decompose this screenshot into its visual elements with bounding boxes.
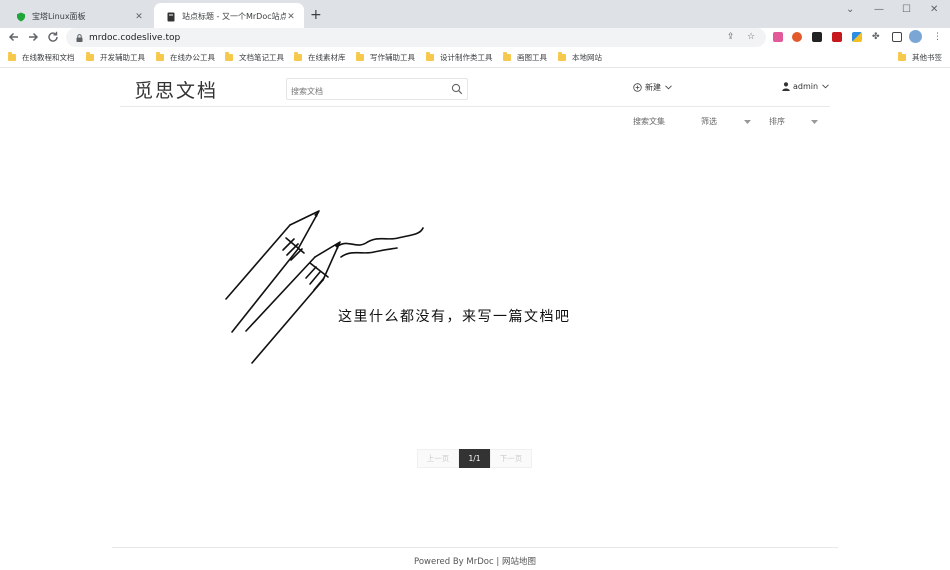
folder-icon <box>356 52 364 61</box>
site-header: 觅思文档 新建 admin <box>120 70 830 107</box>
filter-label: 筛选 <box>701 117 717 126</box>
mrdoc-favicon-icon <box>167 12 175 21</box>
folder-icon <box>156 52 164 61</box>
bookmarks-bar: 在线教程和文档 开发辅助工具 在线办公工具 文档笔记工具 在线素材库 写作辅助工… <box>0 48 950 68</box>
tab-search-chevron-icon[interactable]: ⌄ <box>846 4 854 15</box>
folder-icon <box>225 52 233 61</box>
extension-icon[interactable] <box>792 32 802 42</box>
tab-close-icon[interactable]: ✕ <box>134 12 144 22</box>
prev-page-button[interactable]: 上一页 <box>417 449 459 468</box>
new-dropdown[interactable]: 新建 <box>633 82 672 93</box>
bookmark-label: 开发辅助工具 <box>100 53 145 62</box>
tab-close-icon[interactable]: ✕ <box>286 12 296 22</box>
lock-icon <box>76 33 83 42</box>
site-footer: Powered By MrDoc | 网站地图 <box>0 555 950 567</box>
bookmark-folder[interactable]: 本地网站 <box>558 52 602 63</box>
bookmark-label: 其他书签 <box>912 53 942 62</box>
bookmark-folder[interactable]: 开发辅助工具 <box>86 52 145 63</box>
chevron-down-icon <box>665 85 672 90</box>
extension-icon[interactable] <box>773 32 783 42</box>
bookmark-folder[interactable]: 在线教程和文档 <box>8 52 75 63</box>
doc-search-box <box>286 78 468 102</box>
extension-icon[interactable] <box>812 32 822 42</box>
extension-icon[interactable] <box>832 32 842 42</box>
pagination: 上一页 1/1 下一页 <box>417 449 532 468</box>
search-collections-label: 搜索文集 <box>633 117 665 126</box>
reload-icon[interactable] <box>46 30 60 44</box>
bookmark-folder[interactable]: 写作辅助工具 <box>356 52 415 63</box>
bookmark-label: 设计制作类工具 <box>440 53 493 62</box>
user-label: admin <box>793 82 819 91</box>
chevron-down-icon <box>822 84 829 89</box>
current-page-indicator: 1/1 <box>459 449 490 468</box>
kebab-menu-icon[interactable]: ⋮ <box>933 32 942 42</box>
close-window-icon[interactable]: ✕ <box>930 4 938 15</box>
caret-down-icon <box>811 119 818 124</box>
bookmark-label: 文档笔记工具 <box>239 53 284 62</box>
puzzle-extensions-icon[interactable]: ✤ <box>872 32 880 42</box>
filter-select[interactable]: 筛选 <box>701 116 751 127</box>
bookmark-star-icon[interactable]: ☆ <box>747 32 755 42</box>
bookmark-folder[interactable]: 画图工具 <box>503 52 547 63</box>
back-arrow-icon[interactable] <box>7 30 21 44</box>
powered-by-link[interactable]: Powered By MrDoc <box>414 557 494 567</box>
new-label: 新建 <box>645 83 661 92</box>
next-page-button[interactable]: 下一页 <box>490 449 532 468</box>
browser-tabstrip: 宝塔Linux面板 ✕ 站点标题 - 又一个MrDoc站点 ✕ + ⌄ — ☐ … <box>0 0 950 30</box>
empty-state-message: 这里什么都没有，来写一篇文档吧 <box>338 309 571 325</box>
address-bar-row: mrdoc.codeslive.top ⇪ ☆ ✤ ⋮ <box>0 28 950 48</box>
bookmark-label: 在线办公工具 <box>170 53 215 62</box>
bookmark-folder[interactable]: 在线素材库 <box>294 52 346 63</box>
omnibox[interactable]: mrdoc.codeslive.top <box>66 28 766 47</box>
user-dropdown[interactable]: admin <box>782 82 829 91</box>
caret-down-icon <box>744 119 751 124</box>
bookmark-label: 在线素材库 <box>308 53 346 62</box>
search-icon[interactable] <box>451 83 463 95</box>
tab-title: 站点标题 - 又一个MrDoc站点 <box>182 12 286 21</box>
folder-icon <box>426 52 434 61</box>
site-logo[interactable]: 觅思文档 <box>134 76 218 103</box>
sort-label: 排序 <box>769 117 785 126</box>
minimize-icon[interactable]: — <box>874 4 884 15</box>
bookmark-folder[interactable]: 在线办公工具 <box>156 52 215 63</box>
sort-select[interactable]: 排序 <box>769 116 818 127</box>
tab-title: 宝塔Linux面板 <box>32 12 86 21</box>
share-icon[interactable]: ⇪ <box>727 32 735 42</box>
side-panel-icon[interactable] <box>892 32 902 42</box>
bookmark-label: 写作辅助工具 <box>370 53 415 62</box>
new-tab-plus-icon[interactable]: + <box>310 7 322 23</box>
bookmark-label: 在线教程和文档 <box>22 53 75 62</box>
folder-icon <box>8 52 16 61</box>
folder-icon <box>898 52 906 61</box>
folder-icon <box>558 52 566 61</box>
bookmark-label: 画图工具 <box>517 53 547 62</box>
forward-arrow-icon[interactable] <box>26 30 40 44</box>
maximize-icon[interactable]: ☐ <box>902 4 911 15</box>
bookmark-folder[interactable]: 设计制作类工具 <box>426 52 493 63</box>
browser-tab-mrdoc[interactable]: 站点标题 - 又一个MrDoc站点 ✕ <box>154 3 304 30</box>
sitemap-link[interactable]: 网站地图 <box>502 557 536 567</box>
search-collections-link[interactable]: 搜索文集 <box>633 116 665 127</box>
plus-circle-icon <box>633 83 642 92</box>
folder-icon <box>503 52 511 61</box>
footer-divider <box>112 547 838 548</box>
extension-icon[interactable] <box>852 32 862 42</box>
user-icon <box>782 82 790 91</box>
profile-avatar[interactable] <box>909 30 922 43</box>
other-bookmarks-folder[interactable]: 其他书签 <box>898 52 942 63</box>
baota-favicon-icon <box>17 12 25 21</box>
doc-search-input[interactable] <box>287 81 437 102</box>
url-text: mrdoc.codeslive.top <box>89 32 181 43</box>
bookmark-folder[interactable]: 文档笔记工具 <box>225 52 284 63</box>
bookmark-label: 本地网站 <box>572 53 602 62</box>
folder-icon <box>86 52 94 61</box>
footer-separator: | <box>496 557 500 567</box>
pencils-illustration <box>225 210 424 364</box>
browser-tab-baota[interactable]: 宝塔Linux面板 ✕ <box>4 3 152 30</box>
folder-icon <box>294 52 302 61</box>
